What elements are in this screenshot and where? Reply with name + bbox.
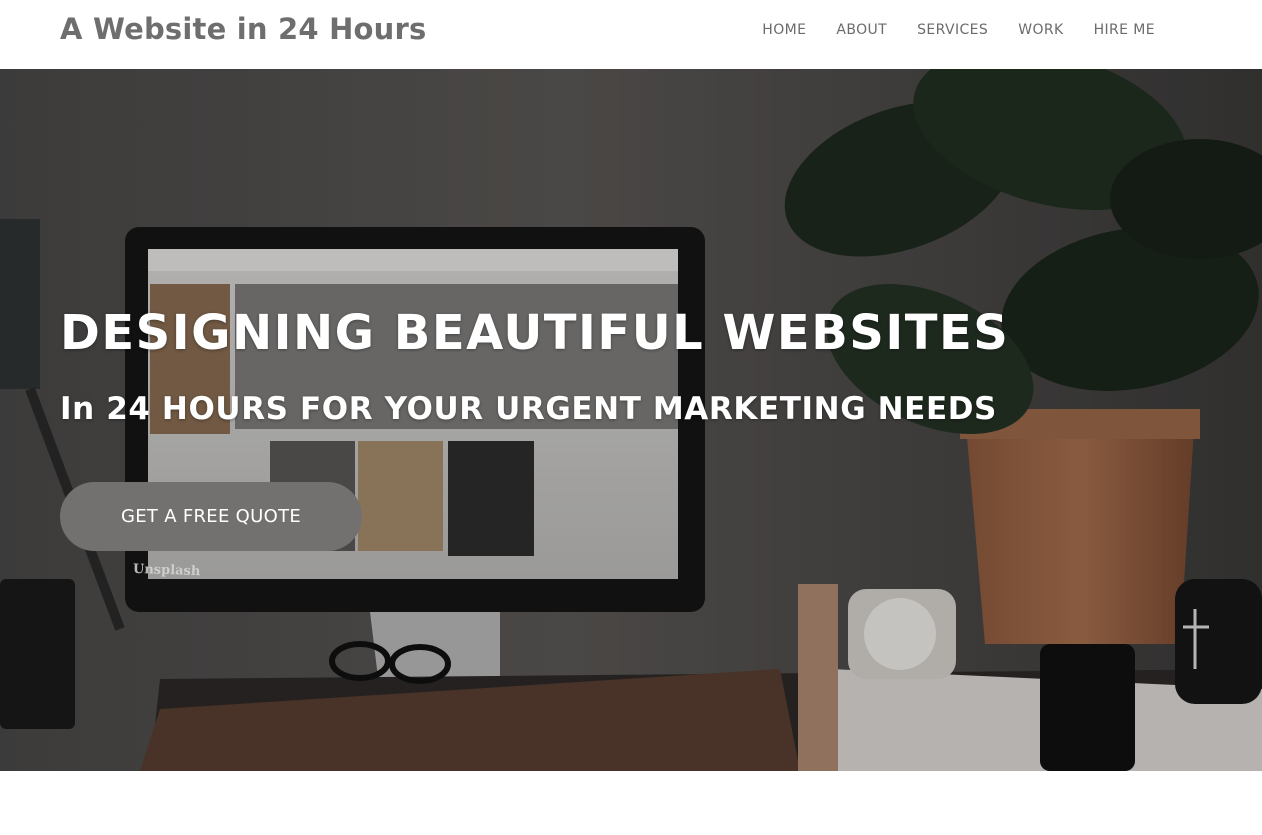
hero-section: Unsplash DESIGNING BEAUTIFUL WEBSITES In… [0,69,1262,771]
nav-home[interactable]: HOME [762,22,806,38]
nav-work[interactable]: WORK [1018,22,1063,38]
site-brand[interactable]: A Website in 24 Hours [60,12,427,46]
hero-title: DESIGNING BEAUTIFUL WEBSITES [60,305,1010,361]
nav-services[interactable]: SERVICES [917,22,988,38]
hero-subtitle: In 24 HOURS FOR YOUR URGENT MARKETING NE… [60,391,997,427]
get-free-quote-button[interactable]: GET A FREE QUOTE [60,482,362,551]
nav-about[interactable]: ABOUT [836,22,887,38]
main-nav: HOME ABOUT SERVICES WORK HIRE ME [762,22,1155,38]
nav-hire-me[interactable]: HIRE ME [1094,22,1155,38]
site-header: A Website in 24 Hours HOME ABOUT SERVICE… [0,0,1262,69]
photo-watermark: Unsplash [132,561,201,580]
